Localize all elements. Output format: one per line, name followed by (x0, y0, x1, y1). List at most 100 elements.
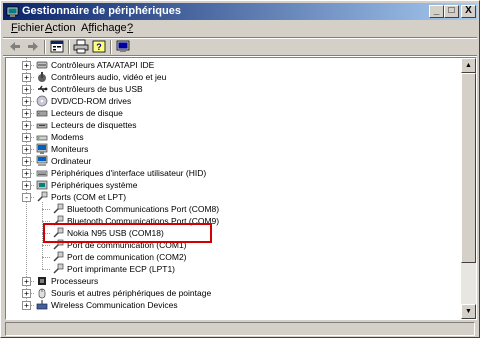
tree-category[interactable]: + Lecteurs de disquettes (6, 119, 456, 131)
print-icon[interactable] (73, 39, 89, 54)
tree-category[interactable]: + Souris et autres périphériques de point… (6, 287, 456, 299)
tree-item-label: Wireless Communication Devices (51, 300, 178, 310)
modem-icon (36, 135, 48, 141)
wireless-icon (36, 300, 48, 310)
minimize-button[interactable]: _ (429, 5, 444, 18)
port-icon (53, 251, 64, 262)
menu-affichage[interactable]: Affichage (81, 22, 127, 34)
menu-action[interactable]: Action (45, 22, 76, 34)
tree-category[interactable]: + Ordinateur (6, 155, 456, 167)
tree-item-label: Processeurs (51, 276, 99, 286)
toolbar-separator (44, 40, 46, 54)
tree-item-label: DVD/CD-ROM drives (51, 96, 132, 106)
tree-device[interactable]: Port imprimante ECP (LPT1) (6, 263, 456, 275)
expand-toggle[interactable]: + (22, 121, 31, 130)
tree-category[interactable]: + Lecteurs de disque (6, 107, 456, 119)
maximize-button[interactable]: □ (444, 5, 459, 18)
status-pane (5, 322, 475, 336)
device-manager-window: Gestionnaire de périphériques _ □ X Fich… (0, 0, 480, 338)
tree-item-label: Moniteurs (51, 144, 89, 154)
scroll-down-button[interactable]: ▼ (461, 304, 476, 319)
title-bar[interactable]: Gestionnaire de périphériques _ □ X (3, 3, 477, 20)
tree-device[interactable]: Port de communication (COM2) (6, 251, 456, 263)
expand-toggle[interactable]: + (22, 133, 31, 142)
tree-item-label: Ports (COM et LPT) (51, 192, 127, 202)
computer-icon (36, 155, 48, 166)
tree-device[interactable]: Bluetooth Communications Port (COM8) (6, 203, 456, 215)
tree-category[interactable]: - Ports (COM et LPT) (6, 191, 456, 203)
expand-toggle[interactable]: + (22, 97, 31, 106)
menu-fichier[interactable]: Fichier (11, 22, 44, 34)
expand-toggle[interactable]: + (22, 61, 31, 70)
tree-item-label: Modems (51, 132, 84, 142)
usb-icon (38, 85, 48, 93)
tree-category[interactable]: + Wireless Communication Devices (6, 299, 456, 311)
expand-toggle[interactable]: + (22, 169, 31, 178)
tree-item-label: Port de communication (COM2) (67, 252, 187, 262)
port-icon (53, 263, 64, 274)
ide-controller-icon (36, 61, 48, 69)
tree-category[interactable]: + Moniteurs (6, 143, 456, 155)
scroll-thumb[interactable] (461, 73, 476, 263)
expand-toggle[interactable]: + (22, 289, 31, 298)
properties-view-icon[interactable] (49, 39, 65, 54)
expand-toggle[interactable]: + (22, 73, 31, 82)
menu-help[interactable]: ? (127, 22, 133, 34)
tree-item-label: Bluetooth Communications Port (COM8) (67, 204, 220, 214)
system-icon (36, 180, 48, 190)
port-icon (37, 191, 48, 202)
tree-category[interactable]: + DVD/CD-ROM drives (6, 95, 456, 107)
tree-item-label: Périphériques système (51, 180, 138, 190)
tree-connector-line (42, 269, 50, 270)
tree-category[interactable]: + Modems (6, 131, 456, 143)
tree-category[interactable]: + Contrôleurs de bus USB (6, 83, 456, 95)
tree-item-label: Périphériques d'interface utilisateur (H… (51, 168, 207, 178)
tree-item-label: Lecteurs de disque (51, 108, 123, 118)
status-bar (3, 322, 477, 336)
port-icon (53, 203, 64, 214)
expand-toggle[interactable]: + (22, 157, 31, 166)
vertical-scrollbar[interactable]: ▲ ▼ (461, 58, 476, 319)
close-button[interactable]: X (461, 5, 476, 18)
mouse-icon (38, 288, 46, 299)
device-manager-icon (6, 6, 19, 17)
tree-category[interactable]: + Processeurs (6, 275, 456, 287)
tree-category[interactable]: + Périphériques système (6, 179, 456, 191)
monitor-icon (36, 143, 48, 154)
expand-toggle[interactable]: + (22, 301, 31, 310)
tree-item-label: Ordinateur (51, 156, 92, 166)
tree-item-label: Port imprimante ECP (LPT1) (67, 264, 176, 274)
toolbar: ? (3, 39, 477, 55)
expand-toggle[interactable]: + (22, 85, 31, 94)
scan-hardware-icon[interactable] (115, 39, 131, 54)
processor-icon (38, 277, 46, 285)
hid-icon (36, 170, 48, 177)
tree-category[interactable]: + Contrôleurs audio, vidéo et jeu (6, 71, 456, 83)
scroll-up-button[interactable]: ▲ (461, 58, 476, 73)
tree-category[interactable]: + Contrôleurs ATA/ATAPI IDE (6, 59, 456, 71)
window-title: Gestionnaire de périphériques (22, 5, 181, 17)
menu-bar: Fichier Action Affichage ? (3, 21, 477, 37)
help-icon[interactable]: ? (91, 39, 107, 54)
svg-text:?: ? (96, 42, 102, 52)
expand-toggle[interactable]: + (22, 277, 31, 286)
collapse-toggle[interactable]: - (22, 193, 31, 202)
device-tree[interactable]: + Contrôleurs ATA/ATAPI IDE + Contrôleurs a… (5, 57, 477, 320)
sound-icon (38, 72, 46, 82)
tree-connector-line (42, 257, 50, 258)
tree-category[interactable]: + Périphériques d'interface utilisateur (… (6, 167, 456, 179)
back-icon[interactable] (7, 39, 23, 54)
tree-item-label: Contrôleurs audio, vidéo et jeu (51, 72, 167, 82)
device-tree-content: + Contrôleurs ATA/ATAPI IDE + Contrôleurs a… (6, 58, 463, 319)
toolbar-separator (68, 40, 70, 54)
forward-icon[interactable] (25, 39, 41, 54)
highlight-annotation (43, 223, 212, 243)
expand-toggle[interactable]: + (22, 181, 31, 190)
dvd-icon (36, 95, 48, 107)
tree-connector-line (42, 221, 50, 222)
tree-item-label: Lecteurs de disquettes (51, 120, 137, 130)
floppy-icon (36, 123, 48, 129)
expand-toggle[interactable]: + (22, 145, 31, 154)
expand-toggle[interactable]: + (22, 109, 31, 118)
tree-item-label: Contrôleurs ATA/ATAPI IDE (51, 60, 155, 70)
